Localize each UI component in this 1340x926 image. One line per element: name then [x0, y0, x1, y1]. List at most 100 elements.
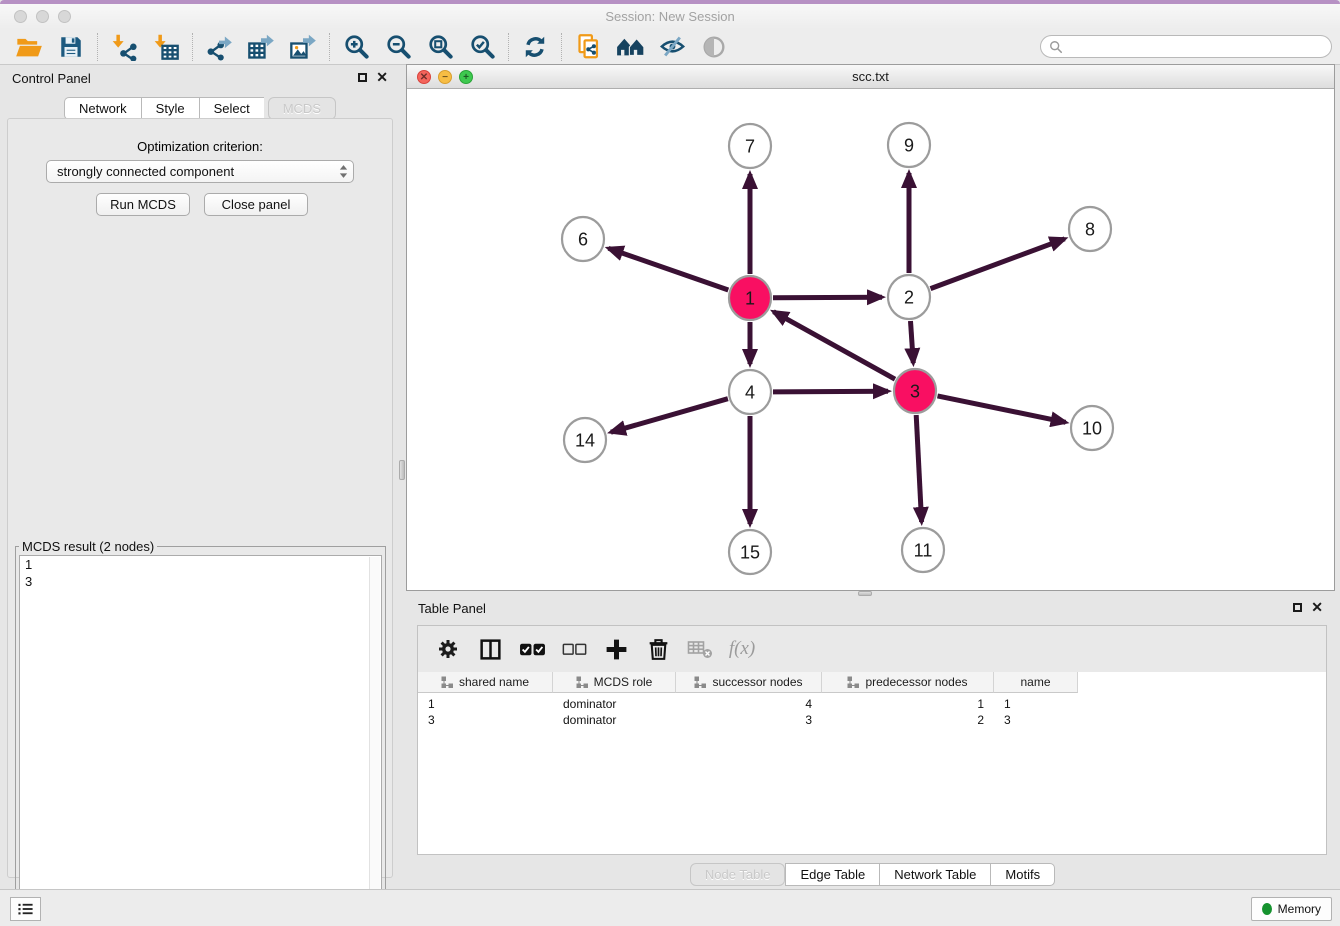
tab-select[interactable]: Select — [199, 97, 264, 120]
network-canvas[interactable]: 1 2 3 4 6 7 8 9 10 11 14 15 — [407, 89, 1334, 590]
memory-button[interactable]: Memory — [1251, 897, 1332, 921]
export-table-button[interactable] — [240, 31, 282, 63]
column-header-mcds-role[interactable]: MCDS role — [553, 672, 676, 693]
task-history-button[interactable] — [10, 897, 41, 921]
graph-node-14[interactable]: 14 — [564, 418, 606, 462]
graph-node-15[interactable]: 15 — [729, 530, 771, 574]
graph-edge-3-1[interactable] — [774, 312, 896, 380]
zoom-selected-button[interactable] — [461, 31, 503, 63]
column-header-predecessor-nodes[interactable]: predecessor nodes — [822, 672, 994, 693]
search-box[interactable] — [1040, 35, 1332, 58]
table-row[interactable]: 3dominator323 — [418, 712, 1326, 728]
graph-node-4[interactable]: 4 — [729, 370, 771, 414]
gear-button[interactable] — [430, 630, 466, 668]
mcds-result-list[interactable]: 13 — [19, 555, 382, 915]
graph-edge-1-2[interactable] — [773, 297, 882, 298]
zoom-window-button[interactable] — [58, 10, 71, 23]
deselect-all-checkboxes-button[interactable] — [556, 630, 592, 668]
tab-node-table[interactable]: Node Table — [690, 863, 786, 886]
close-icon[interactable]: ✕ — [376, 72, 388, 83]
open-folder-button[interactable] — [8, 31, 50, 63]
tab-style[interactable]: Style — [141, 97, 199, 120]
table-cell: dominator — [553, 697, 676, 711]
result-scrollbar[interactable] — [369, 557, 380, 913]
graph-edge-3-10[interactable] — [938, 396, 1066, 422]
close-network-icon[interactable]: ✕ — [417, 70, 431, 84]
svg-text:10: 10 — [1082, 418, 1102, 438]
toolbar-separator — [329, 33, 330, 61]
column-header-successor-nodes[interactable]: successor nodes — [676, 672, 822, 693]
graph-node-2[interactable]: 2 — [888, 275, 930, 319]
graph-node-10[interactable]: 10 — [1071, 406, 1113, 450]
refresh-button[interactable] — [514, 31, 556, 63]
toggle-graphics-details-button[interactable] — [651, 31, 693, 63]
network-window-titlebar[interactable]: ✕ − + scc.txt — [407, 65, 1334, 89]
graph-edge-1-6[interactable] — [609, 248, 729, 290]
run-mcds-button[interactable]: Run MCDS — [96, 193, 190, 216]
zoom-out-button[interactable] — [377, 31, 419, 63]
svg-text:15: 15 — [740, 542, 760, 562]
column-header-shared-name[interactable]: shared name — [418, 672, 553, 693]
save-button[interactable] — [50, 31, 92, 63]
selected-criterion: strongly connected component — [57, 164, 338, 179]
search-input[interactable] — [1067, 39, 1323, 55]
graph-edge-3-11[interactable] — [916, 415, 921, 522]
network-window-title: scc.txt — [407, 65, 1334, 88]
graph-edge-2-3[interactable] — [911, 321, 914, 363]
import-table-button[interactable] — [145, 31, 187, 63]
select-all-checkboxes-button[interactable] — [514, 630, 550, 668]
delete-column-icon — [687, 639, 713, 659]
graph-edge-4-14[interactable] — [611, 399, 728, 433]
vertical-splitter-handle[interactable] — [399, 460, 405, 480]
close-panel-button[interactable]: Close panel — [204, 193, 308, 216]
columns-button[interactable] — [472, 630, 508, 668]
tab-network[interactable]: Network — [64, 97, 141, 120]
add-button[interactable] — [598, 630, 634, 668]
zoom-fit-button[interactable] — [419, 31, 461, 63]
function-builder-icon: f(x) — [729, 638, 755, 660]
delete-button[interactable] — [640, 630, 676, 668]
tab-network-table[interactable]: Network Table — [879, 863, 990, 886]
graph-node-9[interactable]: 9 — [888, 123, 930, 167]
svg-text:6: 6 — [578, 229, 588, 249]
graph-node-11[interactable]: 11 — [902, 528, 944, 572]
table-cell: 2 — [822, 713, 994, 727]
clone-network-button[interactable] — [567, 31, 609, 63]
export-network-button[interactable] — [198, 31, 240, 63]
close-icon[interactable]: ✕ — [1311, 602, 1323, 613]
graph-edge-4-3[interactable] — [773, 391, 888, 392]
tab-edge-table[interactable]: Edge Table — [785, 863, 879, 886]
tree-icon — [576, 676, 588, 688]
graph-node-6[interactable]: 6 — [562, 217, 604, 261]
close-window-button[interactable] — [14, 10, 27, 23]
graph-node-8[interactable]: 8 — [1069, 207, 1111, 251]
column-header-name[interactable]: name — [994, 672, 1078, 693]
graph-node-3[interactable]: 3 — [894, 369, 936, 413]
open-folder-icon — [15, 33, 43, 61]
minimize-network-icon[interactable]: − — [438, 70, 452, 84]
float-panel-icon[interactable] — [358, 73, 367, 82]
function-builder-button: f(x) — [724, 630, 760, 668]
birds-eye-view-button[interactable] — [693, 31, 735, 63]
optimization-criterion-select[interactable]: strongly connected component — [46, 160, 354, 183]
control-panel: Control Panel ✕ NetworkStyleSelectMCDS O… — [0, 65, 400, 889]
window-controls — [14, 10, 71, 23]
minimize-window-button[interactable] — [36, 10, 49, 23]
float-panel-icon[interactable] — [1293, 603, 1302, 612]
graph-node-1[interactable]: 1 — [729, 276, 771, 320]
maximize-network-icon[interactable]: + — [459, 70, 473, 84]
import-network-button[interactable] — [103, 31, 145, 63]
export-image-button[interactable] — [282, 31, 324, 63]
column-label: MCDS role — [594, 675, 653, 689]
column-label: shared name — [459, 675, 529, 689]
graph-edge-2-8[interactable] — [931, 239, 1065, 289]
memory-status-icon — [1262, 903, 1272, 915]
mcds-result-item: 1 — [20, 556, 381, 573]
home-button[interactable] — [609, 31, 651, 63]
table-row[interactable]: 1dominator411 — [418, 696, 1326, 712]
tab-motifs[interactable]: Motifs — [990, 863, 1055, 886]
graph-node-7[interactable]: 7 — [729, 124, 771, 168]
zoom-in-button[interactable] — [335, 31, 377, 63]
table-toolbar: f(x) — [418, 626, 1326, 672]
tab-mcds[interactable]: MCDS — [268, 97, 336, 120]
